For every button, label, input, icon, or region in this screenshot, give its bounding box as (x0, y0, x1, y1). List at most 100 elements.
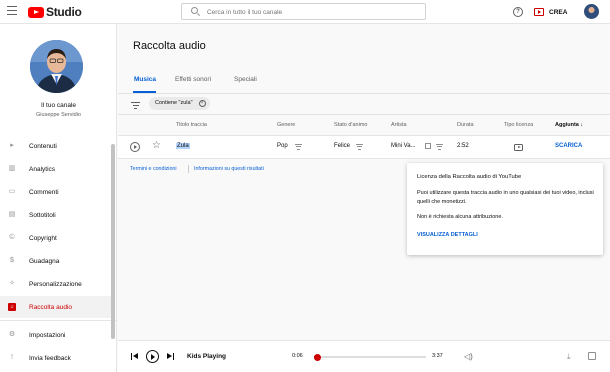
column-header-added-label: Aggiunta (555, 122, 579, 128)
column-header-license: Tipo licenza (504, 122, 534, 128)
progress-handle[interactable] (313, 353, 321, 361)
view-details-link[interactable]: VISUALIZZA DETTAGLI (417, 232, 478, 238)
filter-icon[interactable] (131, 102, 140, 109)
sidebar-item-label: Copyright (29, 234, 57, 242)
tab-speciali[interactable]: Speciali (234, 76, 257, 83)
analytics-icon: ▥ (8, 165, 16, 172)
column-header-artist: Artista (391, 122, 407, 128)
arrow-down-icon: ↓ (580, 122, 584, 128)
studio-logo[interactable]: Studio (28, 5, 82, 19)
external-link-icon[interactable] (425, 143, 431, 149)
sidebar-scrollbar[interactable] (111, 144, 115, 339)
sidebar: Il tuo canale Giuseppe Servidio ▸ Conten… (0, 24, 117, 372)
progress-bar[interactable] (313, 353, 426, 361)
filter-divider (118, 114, 610, 115)
dollar-icon: $ (10, 257, 14, 264)
close-player-icon[interactable] (588, 352, 596, 360)
page-title: Raccolta audio (133, 40, 206, 52)
sidebar-item-contenuti[interactable]: ▸ Contenuti (0, 135, 112, 157)
column-header-mood: Stato d'animo (334, 122, 368, 128)
video-camera-icon (534, 8, 544, 16)
filter-mood-icon[interactable] (356, 144, 363, 150)
subtitles-icon: ▤ (8, 211, 16, 218)
comments-icon: ▭ (8, 188, 16, 195)
track-duration: 2:52 (457, 143, 469, 149)
menu-icon[interactable] (7, 6, 17, 16)
sidebar-divider (0, 320, 117, 321)
content-icon: ▸ (10, 142, 14, 149)
search-icon (191, 7, 198, 14)
sidebar-item-commenti[interactable]: ▭ Commenti (0, 181, 112, 203)
tab-musica[interactable]: Musica (134, 76, 156, 83)
popup-body: Puoi utilizzare questa traccia audio in … (417, 190, 594, 205)
channel-avatar-picture (30, 40, 83, 93)
help-icon[interactable]: ? (513, 7, 523, 17)
popup-title: Licenza della Raccolta audio di YouTube (417, 174, 522, 180)
column-header-duration[interactable]: Durata (457, 122, 474, 128)
current-time: 0:06 (292, 353, 303, 359)
top-bar: Studio ? CREA (0, 0, 610, 24)
sidebar-item-guadagna[interactable]: $ Guadagna (0, 250, 112, 272)
sidebar-item-label: Guadagna (29, 257, 60, 265)
previous-icon[interactable] (131, 353, 138, 360)
filter-genre-icon[interactable] (295, 144, 302, 150)
search-box[interactable] (181, 3, 426, 20)
sidebar-item-copyright[interactable]: © Copyright (0, 227, 112, 249)
sidebar-item-analytics[interactable]: ▥ Analytics (0, 158, 112, 180)
filter-chip-label: Contiene "zula" (155, 100, 193, 106)
sidebar-item-sottotitoli[interactable]: ▤ Sottotitoli (0, 204, 112, 226)
next-icon[interactable] (167, 353, 174, 360)
tabs-divider (118, 93, 610, 94)
total-time: 3:37 (432, 353, 443, 359)
sidebar-item-label: Invia feedback (29, 354, 71, 362)
sidebar-item-label: Contenuti (29, 142, 57, 150)
download-icon[interactable]: ⤓ (567, 352, 571, 362)
filter-chip[interactable]: Contiene "zula" × (149, 97, 210, 110)
wand-icon: ✧ (9, 280, 15, 287)
results-info-link[interactable]: Informazioni su questi risultati (194, 166, 264, 172)
create-label: CREA (549, 8, 568, 16)
play-icon[interactable] (146, 350, 159, 363)
track-title[interactable]: Zula (176, 143, 190, 149)
sidebar-item-label: Sottotitoli (29, 211, 56, 219)
table-row[interactable]: ☆ Zula Pop Felice Mini Va... 2:52 SCARIC… (118, 135, 610, 159)
close-icon[interactable]: × (198, 100, 206, 107)
sidebar-item-invia-feedback[interactable]: ! Invia feedback (0, 347, 112, 369)
audio-player: Kids Playing 0:06 3:37 ◁) ⤓ (118, 340, 610, 372)
account-avatar[interactable] (584, 4, 599, 19)
play-icon[interactable] (130, 142, 140, 152)
youtube-logo-icon (28, 6, 44, 18)
volume-icon[interactable]: ◁) (464, 352, 473, 361)
column-header-title: Titolo traccia (176, 122, 207, 128)
link-separator (188, 165, 189, 173)
channel-avatar[interactable] (30, 40, 83, 93)
terms-link[interactable]: Termini e condizioni (130, 166, 177, 172)
player-track-name: Kids Playing (187, 353, 227, 360)
license-icon[interactable] (514, 144, 523, 151)
sidebar-item-impostazioni[interactable]: ⚙ Impostazioni (0, 324, 112, 346)
search-input[interactable] (207, 6, 417, 18)
filter-artist-icon[interactable] (436, 144, 443, 150)
channel-title: Il tuo canale (40, 102, 77, 109)
channel-name: Giuseppe Servidio (36, 112, 81, 118)
tab-effetti-sonori[interactable]: Effetti sonori (175, 76, 211, 83)
download-button[interactable]: SCARICA (555, 143, 582, 149)
copyright-icon: © (9, 234, 15, 241)
gear-icon: ⚙ (8, 331, 16, 338)
track-genre: Pop (277, 143, 288, 149)
star-icon[interactable]: ☆ (152, 140, 161, 152)
column-header-added[interactable]: Aggiunta ↓ (555, 122, 583, 128)
sidebar-item-label: Raccolta audio (29, 303, 72, 311)
logo-text: Studio (46, 5, 82, 19)
sidebar-item-label: Personalizzazione (29, 280, 82, 288)
track-artist: Mini Va... (391, 143, 416, 149)
column-header-genre: Genere (277, 122, 296, 128)
sidebar-item-raccolta-audio[interactable]: ♫ Raccolta audio (0, 296, 112, 318)
create-button[interactable]: CREA (534, 5, 567, 19)
sidebar-item-personalizzazione[interactable]: ✧ Personalizzazione (0, 273, 112, 295)
popup-note: Non è richiesta alcuna attribuzione. (417, 214, 503, 220)
sidebar-item-label: Commenti (29, 188, 59, 196)
sidebar-item-label: Impostazioni (29, 331, 66, 339)
feedback-icon: ! (11, 354, 13, 361)
track-mood: Felice (334, 143, 351, 149)
